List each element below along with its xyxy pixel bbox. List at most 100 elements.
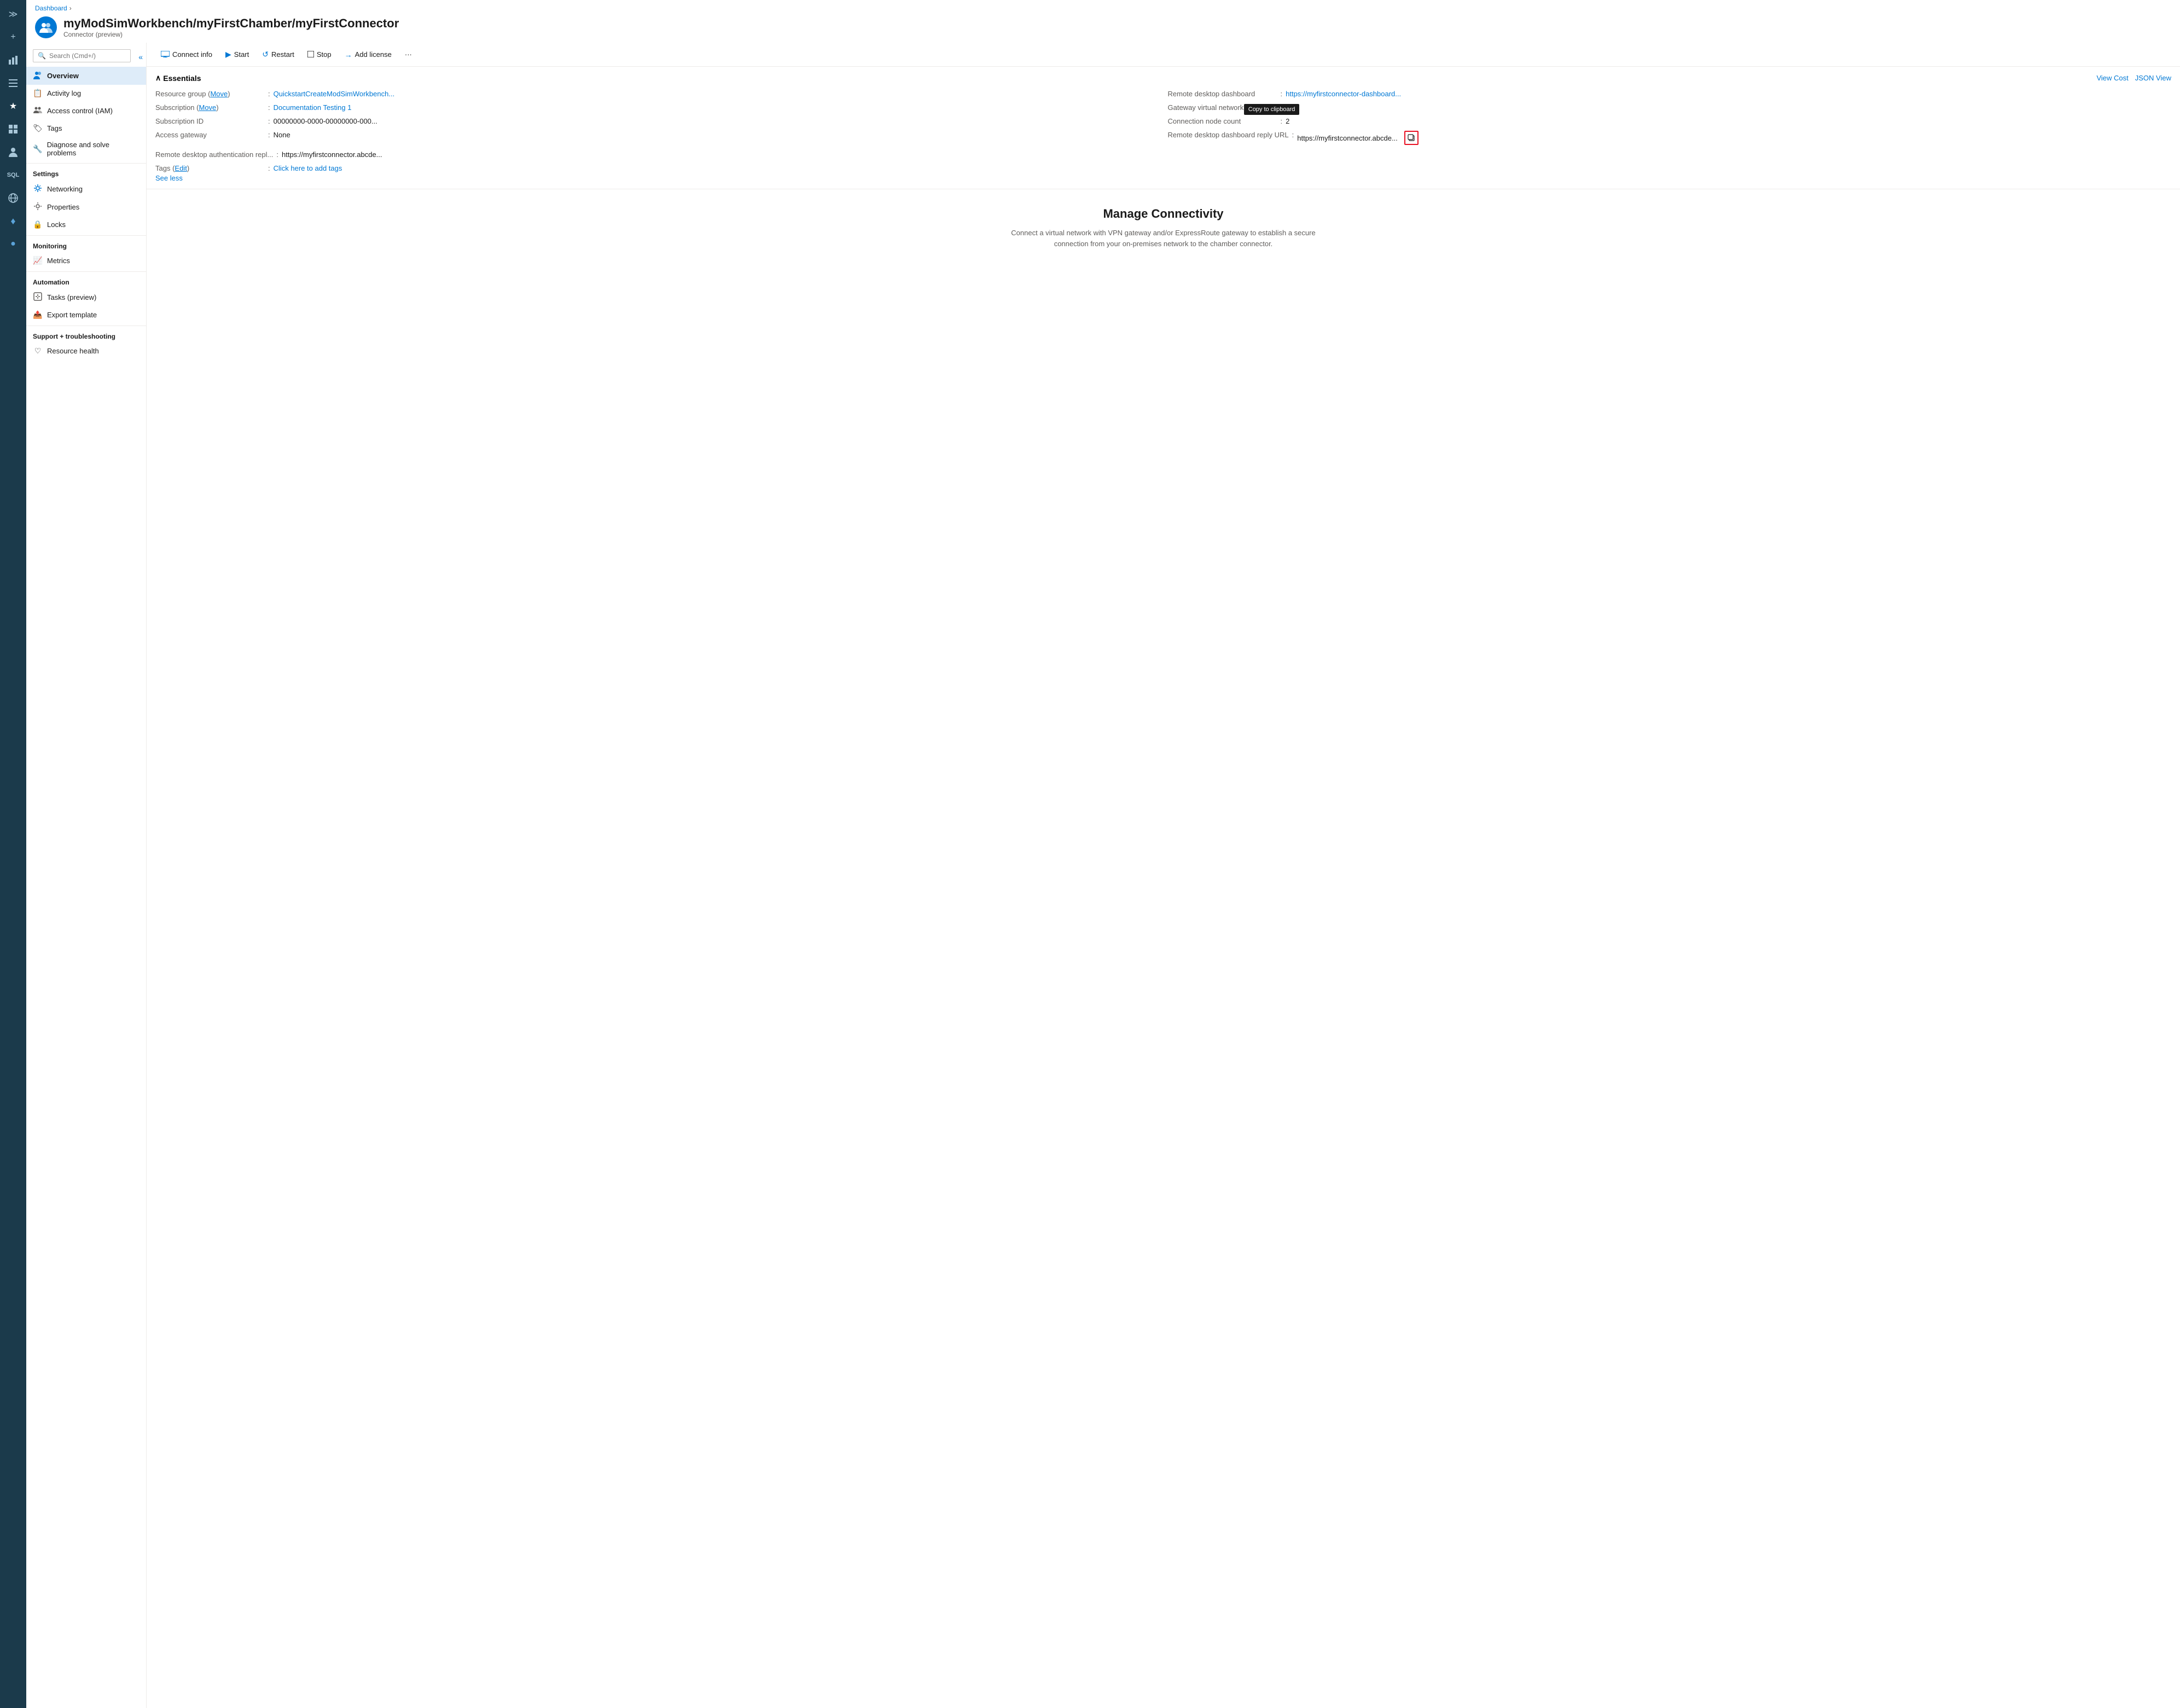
add-license-label: Add license: [355, 50, 392, 59]
view-cost-link[interactable]: View Cost: [2096, 74, 2128, 82]
sidebar-item-activity-log[interactable]: 📋 Activity log: [26, 85, 146, 102]
connect-info-label: Connect info: [172, 50, 212, 59]
search-icon: 🔍: [38, 52, 46, 60]
sidebar-item-export[interactable]: 📤 Export template: [26, 306, 146, 323]
sidebar-item-diagnose[interactable]: 🔧 Diagnose and solve problems: [26, 137, 146, 161]
networking-icon: [33, 184, 43, 194]
stop-label: Stop: [317, 50, 332, 59]
sidebar-label-tasks: Tasks (preview): [47, 293, 96, 301]
stop-icon: [307, 50, 314, 59]
sidebar-item-access-control[interactable]: Access control (IAM): [26, 102, 146, 120]
expand-icon[interactable]: ≫: [3, 4, 23, 24]
globe-icon[interactable]: [3, 188, 23, 208]
start-icon: ▶: [225, 50, 231, 59]
sidebar-label-overview: Overview: [47, 72, 79, 80]
breadcrumb-separator: ›: [69, 4, 72, 12]
manage-connectivity-description: Connect a virtual network with VPN gatew…: [1008, 228, 1319, 249]
manage-connectivity-title: Manage Connectivity: [1008, 207, 1319, 221]
activity-log-icon: 📋: [33, 89, 43, 98]
sidebar-item-networking[interactable]: Networking: [26, 180, 146, 198]
copy-tooltip: Copy to clipboard: [1244, 104, 1300, 115]
start-label: Start: [234, 50, 249, 59]
see-less-link[interactable]: See less: [155, 174, 183, 182]
essentials-title: ∧ Essentials: [155, 73, 201, 83]
essentials-row-connection-node-count: Connection node count : 2 Copy to clipbo…: [1168, 115, 2172, 127]
sidebar-item-metrics[interactable]: 📈 Metrics: [26, 252, 146, 269]
subscription-label: Subscription (Move): [155, 103, 265, 112]
auth-repl-label: Remote desktop authentication repl...: [155, 150, 273, 159]
add-license-icon: →: [345, 50, 352, 59]
icon-bar: ≫ + ★ SQL ♦ ●: [0, 0, 26, 1708]
coin-icon[interactable]: ●: [3, 234, 23, 254]
essentials-row-reply-url: Remote desktop dashboard reply URL : htt…: [1168, 129, 2172, 147]
sidebar-item-resource-health[interactable]: ♡ Resource health: [26, 342, 146, 359]
monitoring-section-header: Monitoring: [26, 235, 146, 252]
resource-group-value: QuickstartCreateModSimWorkbench...: [274, 90, 395, 98]
essentials-row-access-gateway: Access gateway : None: [155, 129, 1159, 147]
tags-icon: 🏷: [33, 124, 43, 133]
tags-edit-link[interactable]: Edit: [175, 164, 187, 172]
copy-to-clipboard-button[interactable]: [1404, 131, 1419, 145]
access-control-icon: [33, 106, 43, 116]
toolbar: Connect info ▶ Start ↺ Restart Stop: [147, 43, 2180, 67]
sidebar-item-locks[interactable]: 🔒 Locks: [26, 216, 146, 233]
connection-node-count-value: 2 Copy to clipboard: [1286, 117, 1294, 125]
sidebar-label-resource-health: Resource health: [47, 347, 99, 355]
add-license-button[interactable]: → Add license: [339, 48, 397, 62]
sidebar-label-diagnose: Diagnose and solve problems: [47, 141, 139, 157]
essentials-row-resource-group: Resource group (Move) : QuickstartCreate…: [155, 88, 1159, 100]
page-header: myModSimWorkbench/myFirstChamber/myFirst…: [26, 12, 2180, 43]
subscription-move-link[interactable]: Move: [199, 103, 216, 112]
sidebar: 🔍 « Overview 📋 Activity log Access: [26, 43, 147, 1708]
essentials-row-subscription-id: Subscription ID : 00000000-0000-00000000…: [155, 115, 1159, 127]
essentials-row-gateway-vnet: Gateway virtual network : ---: [1168, 102, 2172, 113]
resource-group-label: Resource group (Move): [155, 90, 265, 98]
restart-label: Restart: [271, 50, 294, 59]
grid-icon[interactable]: [3, 119, 23, 139]
sidebar-item-overview[interactable]: Overview: [26, 67, 146, 85]
resource-health-icon: ♡: [33, 346, 43, 356]
automation-section-header: Automation: [26, 271, 146, 288]
access-gateway-value: None: [274, 131, 290, 139]
start-button[interactable]: ▶ Start: [220, 47, 254, 62]
sidebar-label-networking: Networking: [47, 185, 83, 193]
metrics-icon: 📈: [33, 256, 43, 265]
essentials-collapse-icon[interactable]: ∧: [155, 73, 161, 83]
star-icon[interactable]: ★: [3, 96, 23, 116]
more-button[interactable]: ···: [399, 48, 417, 61]
sidebar-item-tasks[interactable]: Tasks (preview): [26, 288, 146, 306]
sidebar-label-access-control: Access control (IAM): [47, 107, 113, 115]
essentials-header: ∧ Essentials View Cost JSON View: [155, 73, 2171, 83]
manage-connectivity-section: Manage Connectivity Connect a virtual ne…: [999, 189, 1328, 266]
restart-button[interactable]: ↺ Restart: [257, 47, 300, 62]
export-icon: 📤: [33, 310, 43, 319]
more-label: ···: [405, 50, 412, 59]
essentials-title-text: Essentials: [163, 74, 201, 83]
json-view-link[interactable]: JSON View: [2135, 74, 2171, 82]
stop-button[interactable]: Stop: [302, 48, 337, 62]
search-input[interactable]: [49, 52, 126, 60]
remote-desktop-label: Remote desktop dashboard: [1168, 90, 1277, 98]
sql-icon[interactable]: SQL: [3, 165, 23, 185]
settings-section-header: Settings: [26, 163, 146, 180]
plus-icon[interactable]: +: [3, 27, 23, 47]
support-section-header: Support + troubleshooting: [26, 326, 146, 342]
resource-group-move-link[interactable]: Move: [210, 90, 228, 98]
breadcrumb-dashboard[interactable]: Dashboard: [35, 4, 67, 12]
subscription-id-value: 00000000-0000-00000000-000...: [274, 117, 377, 125]
auth-repl-value: https://myfirstconnector.abcde...: [282, 150, 382, 159]
tags-label: Tags (Edit): [155, 164, 265, 172]
sidebar-item-tags[interactable]: 🏷 Tags: [26, 120, 146, 137]
collapse-sidebar-button[interactable]: «: [137, 51, 144, 62]
page-subtitle: Connector (preview): [63, 31, 399, 38]
tasks-icon: [33, 292, 43, 303]
sidebar-label-activity-log: Activity log: [47, 89, 81, 97]
search-box[interactable]: 🔍: [33, 49, 131, 62]
connect-info-button[interactable]: Connect info: [155, 48, 218, 62]
cloud-icon[interactable]: ♦: [3, 211, 23, 231]
chart-icon[interactable]: [3, 50, 23, 70]
sidebar-item-properties[interactable]: Properties: [26, 198, 146, 216]
sidebar-label-properties: Properties: [47, 203, 79, 211]
person-icon[interactable]: [3, 142, 23, 162]
menu-icon[interactable]: [3, 73, 23, 93]
